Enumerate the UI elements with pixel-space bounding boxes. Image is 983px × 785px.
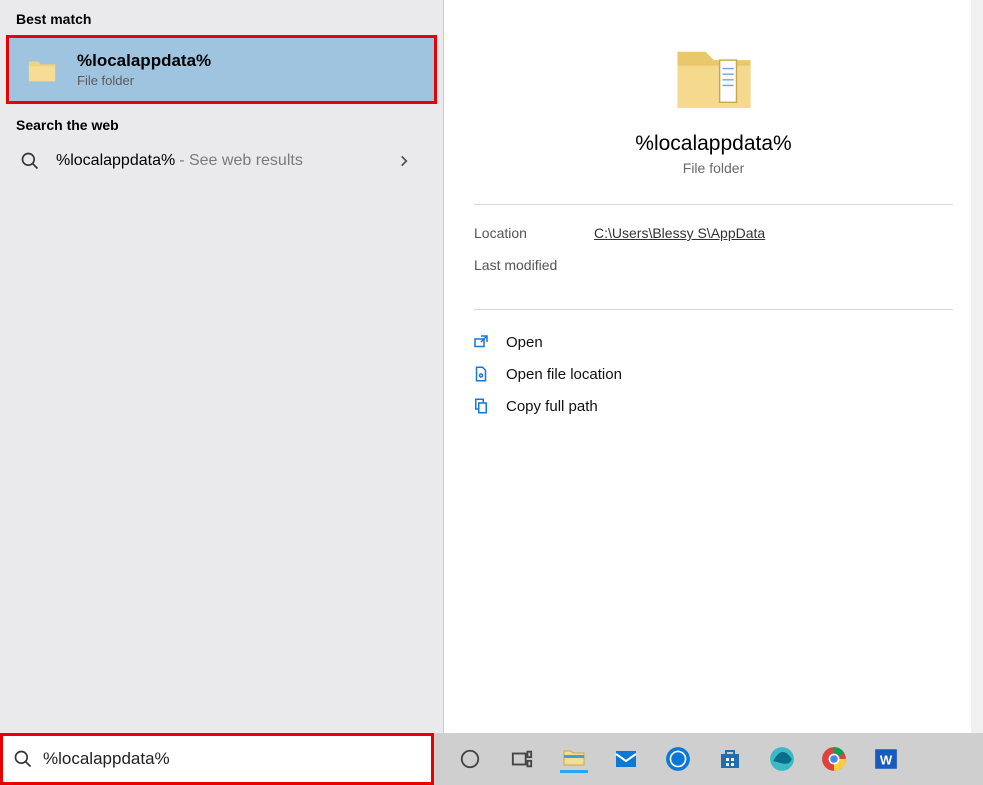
location-label: Location	[474, 225, 594, 241]
window-root: Best match %localappdata% File folder Se…	[0, 0, 983, 785]
action-copy-path[interactable]: Copy full path	[472, 390, 955, 422]
chrome-icon[interactable]	[820, 745, 848, 773]
task-view-icon[interactable]	[508, 745, 536, 773]
edge-icon[interactable]	[768, 745, 796, 773]
right-pane: %localappdata% File folder Location C:\U…	[444, 0, 983, 733]
dell-icon[interactable]	[664, 745, 692, 773]
meta-block: Location C:\Users\Blessy S\AppData Last …	[444, 205, 983, 309]
taskbar: W	[0, 733, 983, 785]
action-open-location[interactable]: Open file location	[472, 358, 955, 390]
best-match-subtitle: File folder	[77, 73, 211, 88]
mail-icon[interactable]	[612, 745, 640, 773]
chevron-right-icon[interactable]	[397, 154, 411, 168]
location-link[interactable]: C:\Users\Blessy S\AppData	[594, 225, 765, 241]
last-modified-row: Last modified	[474, 257, 953, 273]
actions-block: Open Open file location Copy full path	[444, 310, 983, 438]
folder-icon	[27, 55, 57, 85]
preview-subtitle: File folder	[683, 160, 744, 176]
copy-icon	[472, 397, 490, 415]
file-explorer-icon[interactable]	[560, 745, 588, 773]
best-match-title: %localappdata%	[77, 51, 211, 71]
word-icon[interactable]: W	[872, 745, 900, 773]
left-pane: Best match %localappdata% File folder Se…	[0, 0, 444, 733]
best-match-text: %localappdata% File folder	[77, 51, 211, 88]
web-result-query: %localappdata%	[56, 152, 175, 170]
last-modified-label: Last modified	[474, 257, 594, 273]
preview-title: %localappdata%	[635, 132, 791, 156]
folder-icon-large	[669, 32, 759, 122]
taskbar-icons: W	[434, 745, 983, 773]
svg-text:W: W	[880, 752, 893, 767]
best-match-result[interactable]: %localappdata% File folder	[6, 35, 437, 104]
search-icon	[13, 749, 33, 769]
file-location-icon	[472, 365, 490, 383]
search-results-panel: Best match %localappdata% File folder Se…	[0, 0, 983, 733]
search-box[interactable]	[0, 733, 434, 785]
action-open-location-label: Open file location	[506, 366, 622, 383]
action-open[interactable]: Open	[472, 326, 955, 358]
search-web-header: Search the web	[0, 106, 443, 139]
search-icon	[20, 151, 40, 171]
search-input[interactable]	[43, 749, 423, 769]
web-result-hint: - See web results	[179, 152, 303, 170]
best-match-header: Best match	[0, 0, 443, 33]
scrollbar[interactable]	[971, 0, 983, 733]
location-row: Location C:\Users\Blessy S\AppData	[474, 225, 953, 241]
web-result-row[interactable]: %localappdata% - See web results	[0, 139, 443, 183]
open-icon	[472, 333, 490, 351]
action-open-label: Open	[506, 334, 543, 351]
action-copy-path-label: Copy full path	[506, 398, 598, 415]
cortana-icon[interactable]	[456, 745, 484, 773]
store-icon[interactable]	[716, 745, 744, 773]
preview-block: %localappdata% File folder	[444, 0, 983, 204]
